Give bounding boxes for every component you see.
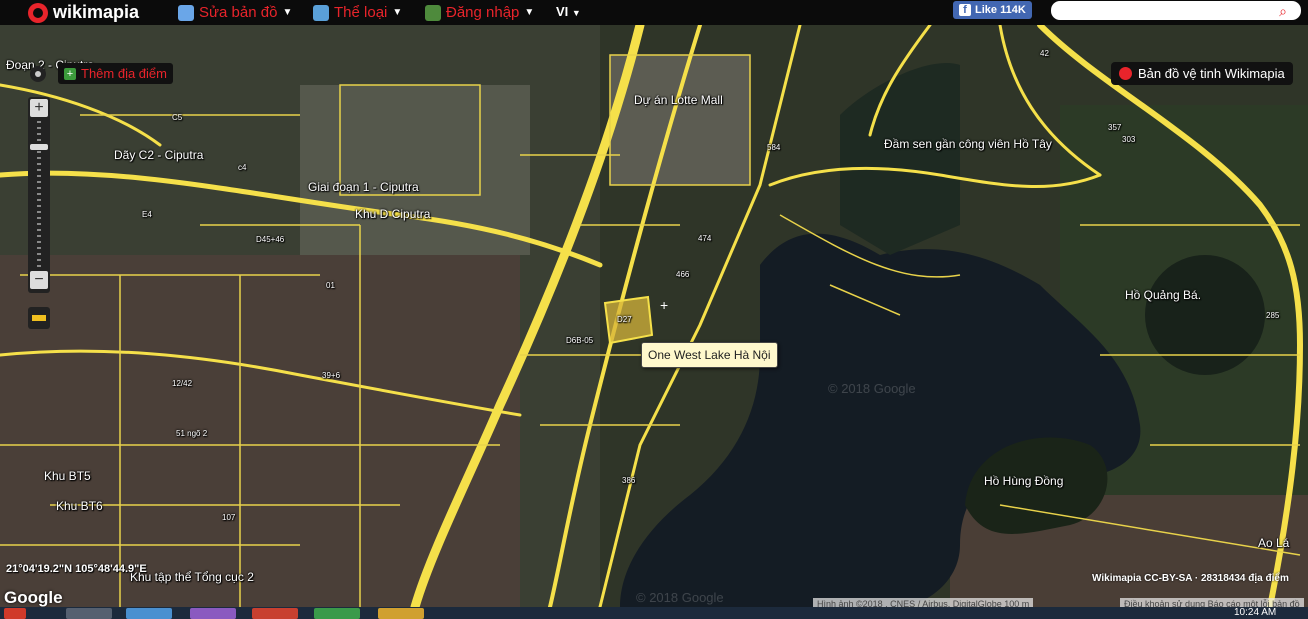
taskbar-app-icon[interactable] xyxy=(126,608,172,619)
google-watermark: © 2018 Google xyxy=(636,590,724,605)
taskbar-app-icon[interactable] xyxy=(252,608,298,619)
place-label[interactable]: Hồ Hùng Đồng xyxy=(984,474,1063,488)
place-label[interactable]: c4 xyxy=(238,163,246,172)
google-watermark: © 2018 Google xyxy=(828,381,916,396)
place-label[interactable]: D27 xyxy=(617,315,632,324)
place-label[interactable]: Dự án Lotte Mall xyxy=(634,93,723,107)
place-tooltip: One West Lake Hà Nội xyxy=(641,342,778,368)
chevron-down-icon: ▼ xyxy=(524,7,535,18)
place-label[interactable]: 107 xyxy=(222,513,235,522)
google-logo: Google xyxy=(4,588,63,607)
menu-login-label: Đăng nhập xyxy=(446,4,520,21)
taskbar-app-icon[interactable] xyxy=(190,608,236,619)
facebook-like-button[interactable]: f Like 114K xyxy=(953,1,1032,19)
taskbar-app-icon[interactable] xyxy=(66,608,112,619)
zoom-slider-thumb[interactable] xyxy=(30,144,48,150)
place-label[interactable]: 01 xyxy=(326,281,335,290)
coordinates-readout: 21°04'19.2"N 105°48'44.9"E xyxy=(6,563,147,575)
start-icon[interactable] xyxy=(4,608,26,619)
location-dot-icon[interactable] xyxy=(30,66,46,82)
top-navigation-bar: wikimapia Sửa bản đồ ▼ Thể loại ▼ Đăng n… xyxy=(0,0,1308,25)
license-text: Wikimapia CC-BY-SA · 28318434 địa điểm xyxy=(1092,573,1289,584)
menu-categories[interactable]: Thể loại ▼ xyxy=(313,0,402,25)
menu-login[interactable]: Đăng nhập ▼ xyxy=(425,0,534,25)
chevron-down-icon: ▼ xyxy=(571,8,581,18)
place-label[interactable]: C5 xyxy=(172,113,182,122)
place-label[interactable]: D45+46 xyxy=(256,235,284,244)
place-label[interactable]: Hồ Quảng Bá. xyxy=(1125,288,1201,302)
facebook-like-count: Like 114K xyxy=(975,4,1026,16)
add-place-label: Thêm địa điểm xyxy=(81,66,167,81)
place-label[interactable]: 39+6 xyxy=(322,371,340,380)
place-label[interactable]: Khu D Ciputra xyxy=(355,207,430,221)
map-edit-icon xyxy=(178,4,194,21)
facebook-icon: f xyxy=(959,4,971,16)
map-imagery xyxy=(0,25,1308,607)
add-icon: + xyxy=(64,67,76,80)
search-icon[interactable]: ⌕ xyxy=(1279,3,1287,20)
category-icon xyxy=(313,4,329,21)
terms-link[interactable]: Điều khoản sử dụng Báo cáo một lỗi bản đ… xyxy=(1120,598,1304,607)
taskbar-app-icon[interactable] xyxy=(314,608,360,619)
clock: 10:24 AM xyxy=(1234,607,1277,618)
place-label[interactable]: D6B-05 xyxy=(566,336,593,345)
logo-text: wikimapia xyxy=(53,2,140,22)
add-place-button[interactable]: + Thêm địa điểm xyxy=(58,63,173,84)
satellite-layer-label: Bản đồ vệ tinh Wikimapia xyxy=(1138,66,1285,81)
search-input[interactable] xyxy=(1059,1,1273,22)
menu-categories-label: Thể loại xyxy=(334,4,388,21)
zoom-out-button[interactable]: − xyxy=(30,271,48,289)
place-label[interactable]: 12/42 xyxy=(172,379,192,388)
place-label[interactable]: Giai đoạn 1 - Ciputra xyxy=(308,180,419,194)
wikimapia-logo[interactable]: wikimapia xyxy=(28,2,139,23)
place-label[interactable]: Dãy C2 - Ciputra xyxy=(114,148,203,162)
zoom-control: + − xyxy=(28,97,50,293)
place-label[interactable]: 285 xyxy=(1266,311,1279,320)
satellite-layer-button[interactable]: Bản đồ vệ tinh Wikimapia xyxy=(1111,62,1293,85)
place-label[interactable]: 466 xyxy=(676,270,689,279)
taskbar-app-icon[interactable] xyxy=(378,608,424,619)
place-label[interactable]: Khu BT6 xyxy=(56,499,103,513)
chevron-down-icon: ▼ xyxy=(282,7,293,18)
ruler-icon[interactable] xyxy=(28,307,50,329)
zoom-in-button[interactable]: + xyxy=(30,99,48,117)
chevron-down-icon: ▼ xyxy=(392,7,403,18)
place-label[interactable]: 303 xyxy=(1122,135,1135,144)
place-label[interactable]: 42 xyxy=(1040,49,1049,58)
place-label[interactable]: 357 xyxy=(1108,123,1121,132)
windows-taskbar: 10:24 AM xyxy=(0,607,1308,619)
satellite-map[interactable]: © 2018 Google © 2018 Google Đoạn 2 - Cip… xyxy=(0,25,1308,607)
place-label[interactable]: 386 xyxy=(622,476,635,485)
language-selector[interactable]: VI ▼ xyxy=(556,4,581,19)
wikimapia-logo-icon xyxy=(28,2,48,23)
language-label: VI xyxy=(556,4,569,19)
place-label[interactable]: 584 xyxy=(767,143,780,152)
place-label[interactable]: E4 xyxy=(142,210,152,219)
attribution-text: Hình ảnh ©2018 , CNES / Airbus, DigitalG… xyxy=(813,598,1034,607)
wikimapia-logo-icon xyxy=(1119,67,1132,80)
crosshair-cursor-icon: + xyxy=(660,297,669,313)
menu-edit-map-label: Sửa bản đồ xyxy=(199,4,278,21)
place-label[interactable]: Ao Lá xyxy=(1258,536,1289,550)
place-label[interactable]: Đầm sen gần công viên Hồ Tây xyxy=(884,137,1052,151)
place-label[interactable]: 474 xyxy=(698,234,711,243)
zoom-slider-track[interactable] xyxy=(37,121,41,267)
place-label[interactable]: 51 ngõ 2 xyxy=(176,429,207,438)
place-label[interactable]: Khu BT5 xyxy=(44,469,91,483)
login-icon xyxy=(425,4,441,21)
search-box: ⌕ xyxy=(1051,1,1301,22)
menu-edit-map[interactable]: Sửa bản đồ ▼ xyxy=(178,0,292,25)
place-label[interactable]: Khu tập thể Tổng cục 2 xyxy=(130,570,254,584)
